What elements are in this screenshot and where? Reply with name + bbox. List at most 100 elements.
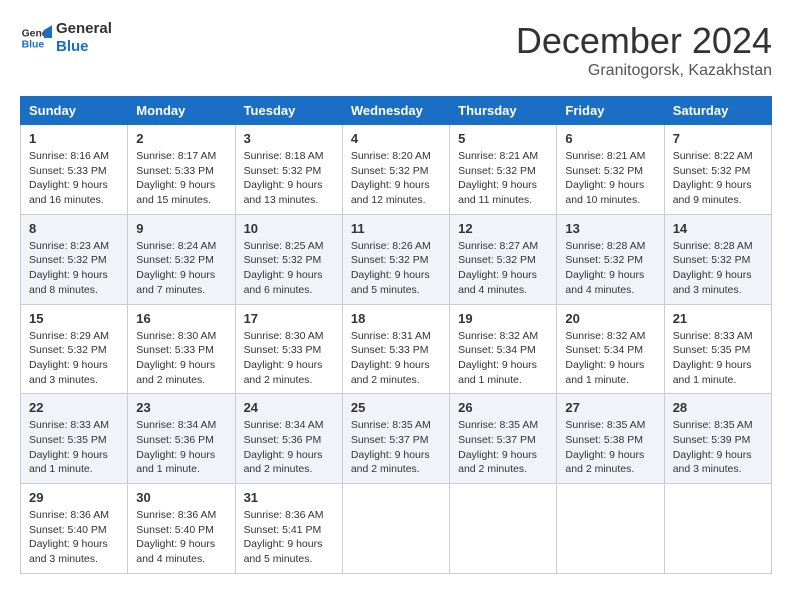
sunset-label: Sunset: 5:32 PM [29,254,107,266]
sunset-label: Sunset: 5:34 PM [458,344,536,356]
day-info: Sunrise: 8:30 AM Sunset: 5:33 PM Dayligh… [244,329,334,388]
calendar-week-row: 29 Sunrise: 8:36 AM Sunset: 5:40 PM Dayl… [21,484,772,574]
day-info: Sunrise: 8:20 AM Sunset: 5:32 PM Dayligh… [351,149,441,208]
daylight-label: Daylight: 9 hours and 3 minutes. [29,538,108,565]
day-info: Sunrise: 8:30 AM Sunset: 5:33 PM Dayligh… [136,329,226,388]
sunset-label: Sunset: 5:37 PM [351,434,429,446]
daylight-label: Daylight: 9 hours and 13 minutes. [244,179,323,206]
sunrise-label: Sunrise: 8:32 AM [458,330,538,342]
weekday-header-tuesday: Tuesday [235,97,342,125]
weekday-header-monday: Monday [128,97,235,125]
sunset-label: Sunset: 5:32 PM [673,165,751,177]
calendar-day-cell: 6 Sunrise: 8:21 AM Sunset: 5:32 PM Dayli… [557,125,664,215]
day-info: Sunrise: 8:32 AM Sunset: 5:34 PM Dayligh… [565,329,655,388]
sunset-label: Sunset: 5:32 PM [565,165,643,177]
day-info: Sunrise: 8:24 AM Sunset: 5:32 PM Dayligh… [136,239,226,298]
sunrise-label: Sunrise: 8:31 AM [351,330,431,342]
day-info: Sunrise: 8:27 AM Sunset: 5:32 PM Dayligh… [458,239,548,298]
sunrise-label: Sunrise: 8:36 AM [29,509,109,521]
sunset-label: Sunset: 5:41 PM [244,524,322,536]
calendar-day-cell: 11 Sunrise: 8:26 AM Sunset: 5:32 PM Dayl… [342,214,449,304]
day-info: Sunrise: 8:33 AM Sunset: 5:35 PM Dayligh… [673,329,763,388]
day-info: Sunrise: 8:35 AM Sunset: 5:37 PM Dayligh… [458,418,548,477]
sunset-label: Sunset: 5:32 PM [458,254,536,266]
day-info: Sunrise: 8:25 AM Sunset: 5:32 PM Dayligh… [244,239,334,298]
calendar-day-cell: 28 Sunrise: 8:35 AM Sunset: 5:39 PM Dayl… [664,394,771,484]
calendar-day-cell: 1 Sunrise: 8:16 AM Sunset: 5:33 PM Dayli… [21,125,128,215]
calendar-day-cell: 20 Sunrise: 8:32 AM Sunset: 5:34 PM Dayl… [557,304,664,394]
daylight-label: Daylight: 9 hours and 15 minutes. [136,179,215,206]
day-info: Sunrise: 8:17 AM Sunset: 5:33 PM Dayligh… [136,149,226,208]
calendar-day-cell: 8 Sunrise: 8:23 AM Sunset: 5:32 PM Dayli… [21,214,128,304]
calendar-day-cell: 25 Sunrise: 8:35 AM Sunset: 5:37 PM Dayl… [342,394,449,484]
sunrise-label: Sunrise: 8:18 AM [244,150,324,162]
sunrise-label: Sunrise: 8:27 AM [458,240,538,252]
calendar-day-cell: 14 Sunrise: 8:28 AM Sunset: 5:32 PM Dayl… [664,214,771,304]
day-info: Sunrise: 8:21 AM Sunset: 5:32 PM Dayligh… [565,149,655,208]
daylight-label: Daylight: 9 hours and 1 minute. [29,449,108,476]
sunrise-label: Sunrise: 8:35 AM [351,419,431,431]
sunset-label: Sunset: 5:39 PM [673,434,751,446]
daylight-label: Daylight: 9 hours and 6 minutes. [244,269,323,296]
calendar-day-cell: 21 Sunrise: 8:33 AM Sunset: 5:35 PM Dayl… [664,304,771,394]
day-info: Sunrise: 8:34 AM Sunset: 5:36 PM Dayligh… [136,418,226,477]
sunset-label: Sunset: 5:32 PM [673,254,751,266]
sunrise-label: Sunrise: 8:29 AM [29,330,109,342]
day-number: 4 [351,131,441,146]
logo-line2: Blue [56,38,112,56]
svg-text:Blue: Blue [22,40,45,51]
sunset-label: Sunset: 5:35 PM [29,434,107,446]
daylight-label: Daylight: 9 hours and 7 minutes. [136,269,215,296]
weekday-header-wednesday: Wednesday [342,97,449,125]
weekday-header-thursday: Thursday [450,97,557,125]
sunrise-label: Sunrise: 8:28 AM [673,240,753,252]
calendar-week-row: 8 Sunrise: 8:23 AM Sunset: 5:32 PM Dayli… [21,214,772,304]
sunset-label: Sunset: 5:35 PM [673,344,751,356]
sunset-label: Sunset: 5:32 PM [136,254,214,266]
daylight-label: Daylight: 9 hours and 1 minute. [136,449,215,476]
sunset-label: Sunset: 5:33 PM [136,344,214,356]
sunrise-label: Sunrise: 8:22 AM [673,150,753,162]
sunrise-label: Sunrise: 8:35 AM [565,419,645,431]
calendar-day-cell: 27 Sunrise: 8:35 AM Sunset: 5:38 PM Dayl… [557,394,664,484]
sunrise-label: Sunrise: 8:16 AM [29,150,109,162]
sunset-label: Sunset: 5:37 PM [458,434,536,446]
day-info: Sunrise: 8:28 AM Sunset: 5:32 PM Dayligh… [673,239,763,298]
sunset-label: Sunset: 5:36 PM [244,434,322,446]
logo-icon: General Blue [20,22,52,54]
day-number: 18 [351,311,441,326]
daylight-label: Daylight: 9 hours and 1 minute. [458,359,537,386]
sunrise-label: Sunrise: 8:30 AM [136,330,216,342]
logo-line1: General [56,20,112,38]
calendar-day-cell: 18 Sunrise: 8:31 AM Sunset: 5:33 PM Dayl… [342,304,449,394]
day-info: Sunrise: 8:34 AM Sunset: 5:36 PM Dayligh… [244,418,334,477]
sunrise-label: Sunrise: 8:23 AM [29,240,109,252]
calendar-day-cell: 15 Sunrise: 8:29 AM Sunset: 5:32 PM Dayl… [21,304,128,394]
sunset-label: Sunset: 5:33 PM [351,344,429,356]
calendar-day-cell: 17 Sunrise: 8:30 AM Sunset: 5:33 PM Dayl… [235,304,342,394]
calendar-day-cell: 7 Sunrise: 8:22 AM Sunset: 5:32 PM Dayli… [664,125,771,215]
sunrise-label: Sunrise: 8:32 AM [565,330,645,342]
empty-cell [557,484,664,574]
daylight-label: Daylight: 9 hours and 3 minutes. [673,269,752,296]
calendar-day-cell: 22 Sunrise: 8:33 AM Sunset: 5:35 PM Dayl… [21,394,128,484]
day-info: Sunrise: 8:21 AM Sunset: 5:32 PM Dayligh… [458,149,548,208]
title-section: December 2024 Granitogorsk, Kazakhstan [516,20,772,80]
daylight-label: Daylight: 9 hours and 8 minutes. [29,269,108,296]
day-number: 17 [244,311,334,326]
calendar-day-cell: 4 Sunrise: 8:20 AM Sunset: 5:32 PM Dayli… [342,125,449,215]
sunrise-label: Sunrise: 8:36 AM [244,509,324,521]
sunset-label: Sunset: 5:32 PM [351,254,429,266]
sunrise-label: Sunrise: 8:21 AM [458,150,538,162]
sunrise-label: Sunrise: 8:24 AM [136,240,216,252]
day-number: 10 [244,221,334,236]
weekday-header-row: SundayMondayTuesdayWednesdayThursdayFrid… [21,97,772,125]
calendar-day-cell: 3 Sunrise: 8:18 AM Sunset: 5:32 PM Dayli… [235,125,342,215]
day-number: 5 [458,131,548,146]
calendar-day-cell: 10 Sunrise: 8:25 AM Sunset: 5:32 PM Dayl… [235,214,342,304]
day-number: 13 [565,221,655,236]
sunset-label: Sunset: 5:32 PM [565,254,643,266]
sunrise-label: Sunrise: 8:28 AM [565,240,645,252]
calendar-day-cell: 9 Sunrise: 8:24 AM Sunset: 5:32 PM Dayli… [128,214,235,304]
day-number: 27 [565,400,655,415]
